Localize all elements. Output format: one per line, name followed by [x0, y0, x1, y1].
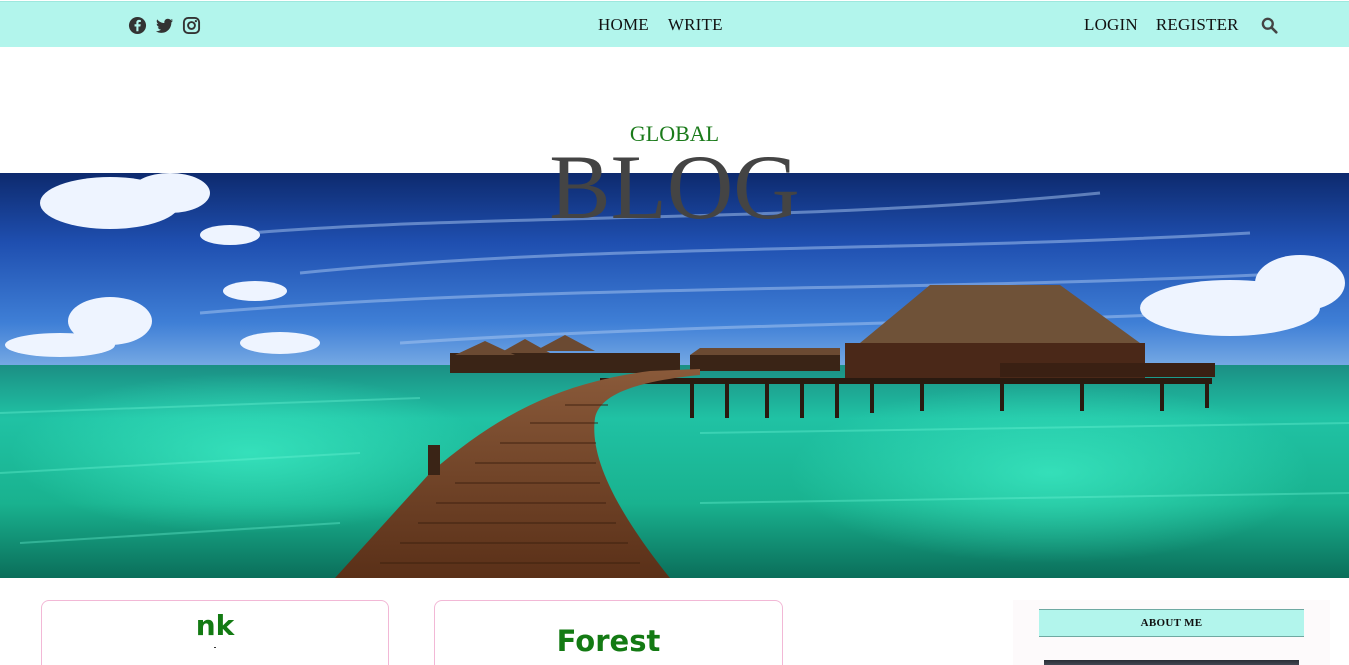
nav-login-link[interactable]: LOGIN — [1084, 15, 1138, 35]
nav-register-link[interactable]: REGISTER — [1156, 15, 1239, 35]
post-divider — [214, 647, 216, 648]
instagram-icon[interactable] — [182, 16, 201, 35]
header-title: BLOG — [549, 136, 800, 238]
account-nav: LOGIN REGISTER — [1084, 15, 1239, 35]
post-card[interactable]: Forest — [434, 600, 783, 665]
about-me-image — [1044, 660, 1299, 665]
post-title[interactable]: Forest — [435, 624, 782, 658]
post-title[interactable]: nk — [42, 609, 388, 642]
main-nav: HOME WRITE — [598, 15, 723, 35]
nav-write-link[interactable]: WRITE — [668, 15, 723, 35]
post-card[interactable]: nk — [41, 600, 389, 665]
top-bar: HOME WRITE LOGIN REGISTER — [0, 1, 1349, 47]
about-me-heading: ABOUT ME — [1039, 609, 1304, 637]
sidebar: ABOUT ME — [1013, 600, 1330, 665]
nav-home-link[interactable]: HOME — [598, 15, 649, 35]
social-links — [128, 16, 201, 35]
twitter-icon[interactable] — [155, 16, 174, 35]
search-icon[interactable] — [1261, 17, 1278, 34]
facebook-icon[interactable] — [128, 16, 147, 35]
